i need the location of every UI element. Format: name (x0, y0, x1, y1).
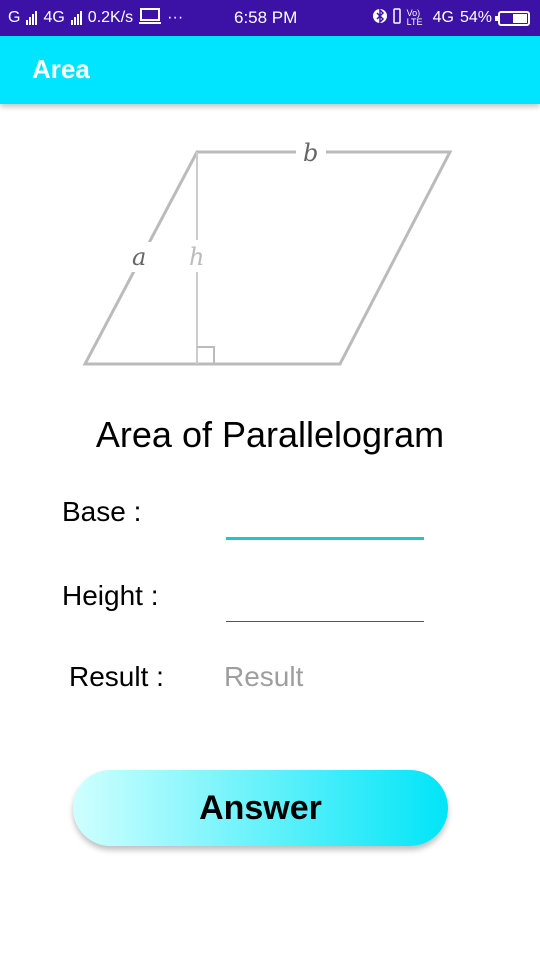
base-input[interactable] (226, 500, 424, 540)
right-angle-marker (197, 346, 215, 364)
parallelogram-diagram: b a h (82, 136, 453, 366)
network-speed: 0.2K/s (87, 9, 134, 26)
page-title: Area (32, 54, 90, 84)
battery-icon (495, 10, 530, 26)
status-right: Vo) LTE 4G 54% (372, 0, 530, 36)
signal-icon-2 (70, 11, 82, 25)
calculator-heading: Area of Parallelogram (95, 414, 445, 455)
bluetooth-icon (372, 7, 387, 30)
height-label: Height : (62, 580, 159, 611)
app-bar: Area (0, 36, 540, 104)
screen-icon (139, 7, 162, 29)
label-b: b (303, 139, 318, 167)
volte-label: Vo) LTE (406, 8, 423, 27)
status-left: G 4G 0.2K/s ··· (8, 0, 183, 36)
status-bar: G 4G 0.2K/s ··· 6:58 PM Vo) LTE 4G 54% (0, 0, 540, 36)
battery-fill (513, 13, 527, 23)
vibrate-icon (392, 7, 401, 29)
base-label: Base : (62, 496, 142, 527)
label-a: a (132, 243, 146, 271)
network-label: G (8, 9, 21, 26)
result-value: Result (224, 661, 304, 692)
signal-icon (26, 11, 38, 25)
clock: 6:58 PM (234, 8, 298, 27)
height-input[interactable] (226, 582, 424, 622)
more-notifications-icon: ··· (167, 9, 184, 26)
network-4g-label: 4G (43, 9, 65, 26)
network-4g-right-label: 4G (432, 9, 454, 26)
answer-button[interactable]: Answer (73, 770, 448, 846)
result-label: Result : (69, 661, 164, 692)
battery-percent: 54% (459, 9, 492, 26)
label-h: h (189, 243, 204, 271)
